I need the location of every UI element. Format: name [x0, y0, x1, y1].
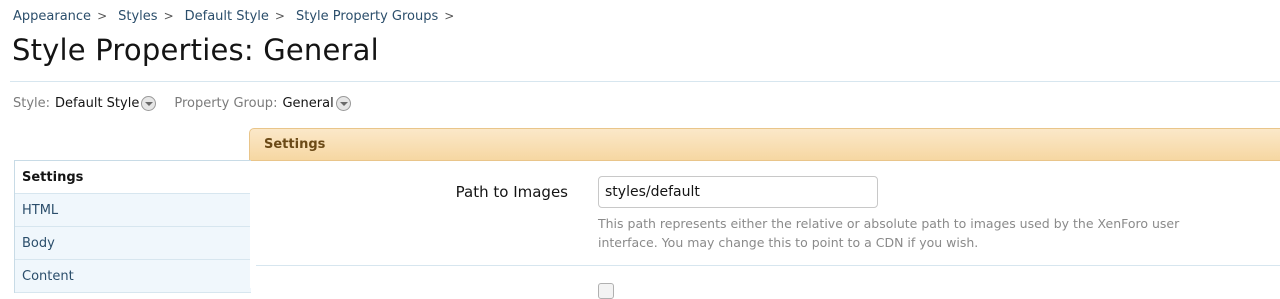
page-title: Style Properties: General [12, 33, 379, 67]
section-header-settings: Settings [249, 128, 1280, 161]
breadcrumb-appearance[interactable]: Appearance [13, 9, 91, 24]
filter-bar: Style: Default Style Property Group: Gen… [13, 96, 351, 111]
breadcrumb-default-style[interactable]: Default Style [185, 9, 269, 24]
path-to-images-label: Path to Images [455, 183, 568, 201]
tab-html[interactable]: HTML [15, 194, 251, 227]
breadcrumb-separator: > [274, 9, 285, 23]
tab-content[interactable]: Content [15, 260, 251, 293]
title-divider [10, 81, 1280, 82]
breadcrumb-styles[interactable]: Styles [118, 9, 157, 24]
path-to-images-explain: This path represents either the relative… [598, 216, 1180, 250]
group-filter-value[interactable]: General [282, 96, 333, 111]
property-group-tabs: Settings HTML Body Content [14, 160, 251, 293]
breadcrumb-separator: > [97, 9, 108, 23]
breadcrumb-separator: > [163, 9, 174, 23]
settings-panel: Path to Images This path represents eith… [250, 161, 1280, 299]
path-to-images-input[interactable] [598, 176, 878, 208]
tab-settings[interactable]: Settings [15, 161, 251, 194]
group-dropdown-icon[interactable] [335, 96, 351, 111]
group-filter-label: Property Group: [174, 96, 278, 111]
style-filter-value[interactable]: Default Style [55, 96, 139, 111]
breadcrumb: Appearance > Styles > Default Style > St… [13, 9, 465, 24]
style-filter-label: Style: [13, 96, 51, 111]
style-dropdown-icon[interactable] [141, 96, 157, 111]
row-divider [256, 265, 1280, 266]
option-checkbox[interactable] [598, 283, 614, 299]
tab-body[interactable]: Body [15, 227, 251, 260]
breadcrumb-style-property-groups[interactable]: Style Property Groups [296, 9, 438, 24]
breadcrumb-separator: > [444, 9, 455, 23]
